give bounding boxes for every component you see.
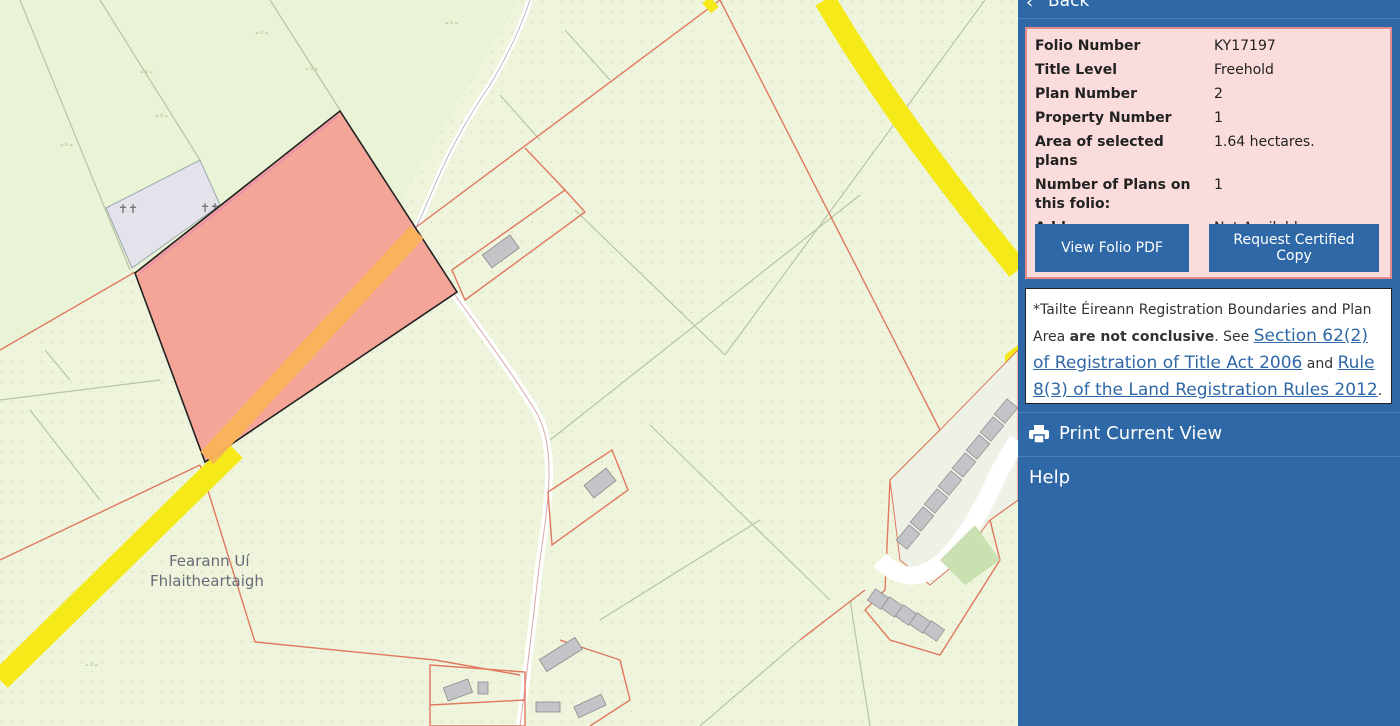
svg-text:-◦-: -◦-	[445, 18, 459, 29]
folio-value: KY17197	[1214, 38, 1276, 54]
svg-text:-◦-: -◦-	[305, 64, 319, 75]
folio-key: Folio Number	[1035, 38, 1141, 54]
map-view[interactable]: ✝✝ ✝✝ -◦- -◦- -◦- -◦- -◦- -◦- -◦- Fearan…	[0, 0, 1018, 726]
folio-key: Number of Plans on this folio:	[1035, 177, 1191, 212]
printer-icon	[1029, 425, 1049, 443]
notice-bold: are not conclusive	[1069, 329, 1215, 345]
folio-key: Area of selected plans	[1035, 134, 1164, 169]
folio-value: 1	[1214, 177, 1223, 193]
place-label: Fhlaitheartaigh	[150, 572, 264, 590]
folio-row: Property Number 1	[1035, 109, 1315, 133]
place-label: Fearann Uí	[169, 552, 250, 570]
folio-row: Area of selected plans 1.64 hectares.	[1035, 133, 1315, 176]
side-panel: ‹ Back Folio Number KY17197 Title Level Fr…	[1018, 0, 1400, 726]
svg-text:-◦-: -◦-	[255, 28, 269, 39]
back-button[interactable]: ‹ Back	[1018, 0, 1400, 19]
disclaimer-notice: *Tailte Éireann Registration Boundaries …	[1025, 288, 1392, 404]
help-label: Help	[1029, 467, 1071, 488]
svg-text:-◦-: -◦-	[140, 67, 154, 78]
folio-value: 2	[1214, 86, 1223, 102]
folio-row: Number of Plans on this folio: 1	[1035, 176, 1315, 219]
view-folio-pdf-button[interactable]: View Folio PDF	[1035, 224, 1189, 272]
request-certified-copy-button[interactable]: Request Certified Copy	[1209, 224, 1379, 272]
folio-value: 1	[1214, 110, 1223, 126]
folio-row: Folio Number KY17197	[1035, 37, 1315, 61]
folio-value: Freehold	[1214, 62, 1274, 78]
print-current-view-button[interactable]: Print Current View	[1018, 413, 1400, 455]
folio-row: Title Level Freehold	[1035, 61, 1315, 85]
folio-details-table: Folio Number KY17197 Title Level Freehold …	[1035, 37, 1315, 243]
chevron-left-icon: ‹	[1026, 0, 1034, 13]
cross-symbol: ✝✝	[118, 202, 138, 216]
folio-value: 1.64 hectares.	[1214, 134, 1315, 150]
folio-key: Plan Number	[1035, 86, 1138, 102]
svg-text:-◦-: -◦-	[60, 140, 74, 151]
svg-text:-◦-: -◦-	[85, 660, 99, 671]
folio-key: Property Number	[1035, 110, 1172, 126]
notice-text: . See	[1214, 329, 1250, 345]
svg-text:-◦-: -◦-	[155, 111, 169, 122]
back-label: Back	[1048, 0, 1090, 11]
notice-text: .	[1377, 383, 1383, 399]
folio-row: Plan Number 2	[1035, 85, 1315, 109]
help-button[interactable]: Help	[1018, 457, 1400, 499]
folio-info-card: Folio Number KY17197 Title Level Freehold …	[1025, 27, 1392, 279]
folio-key: Title Level	[1035, 62, 1118, 78]
notice-text: and	[1306, 356, 1334, 372]
print-label: Print Current View	[1059, 423, 1223, 444]
